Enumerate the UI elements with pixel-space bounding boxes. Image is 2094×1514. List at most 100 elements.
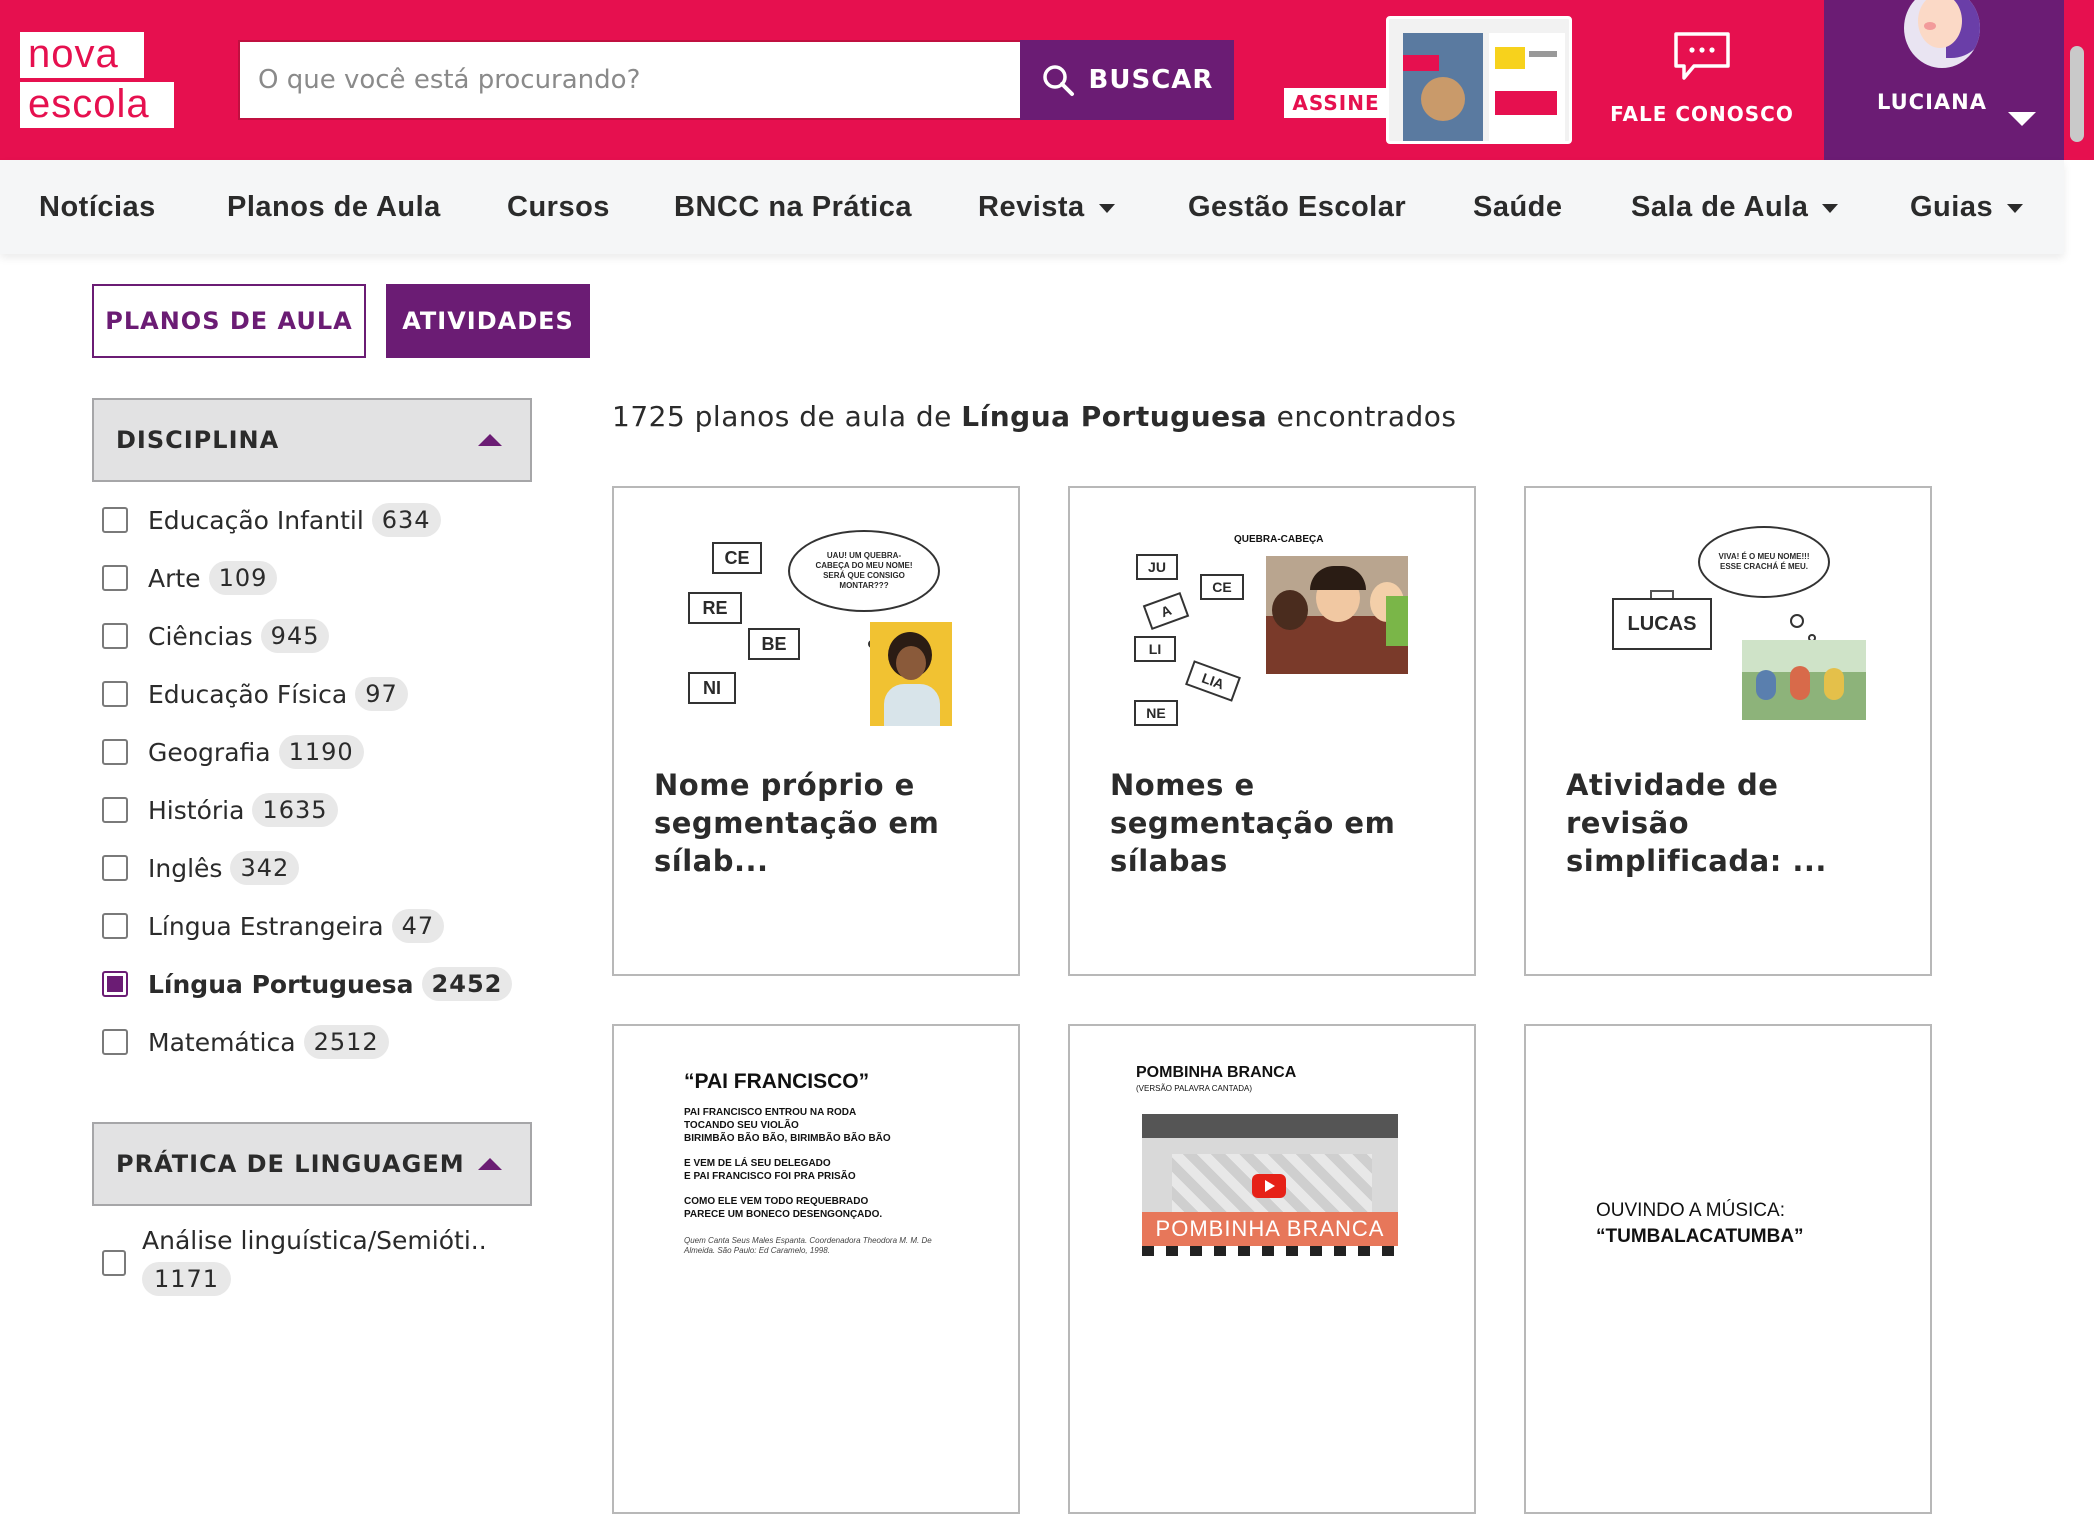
nav-item-planos-de-aula[interactable]: Planos de Aula	[227, 160, 441, 254]
checkbox[interactable]	[102, 797, 128, 823]
filter-option[interactable]: Geografia 1190	[102, 732, 364, 772]
filter-disciplina-header[interactable]: DISCIPLINA	[92, 398, 532, 482]
lesson-card[interactable]: CE RE BE NI UAU! UM QUEBRA-CABEÇA DO MEU…	[612, 486, 1020, 976]
option-count: 945	[260, 619, 330, 653]
checkbox[interactable]	[102, 623, 128, 649]
lesson-card[interactable]: LUCAS VIVA! É O MEU NOME!!! ESSE CRACHÁ …	[1524, 486, 1932, 976]
nav-label: Notícias	[39, 190, 156, 223]
filter-pratica-header[interactable]: PRÁTICA DE LINGUAGEM	[92, 1122, 532, 1206]
page-scrollbar[interactable]	[2070, 46, 2084, 142]
filter-option[interactable]: História 1635	[102, 790, 338, 830]
option-count: 1171	[142, 1262, 232, 1296]
chat-bubble-icon	[1674, 32, 1730, 80]
filter-option[interactable]: Inglês 342	[102, 848, 300, 888]
syllable-card: JU	[1136, 554, 1178, 580]
verse-line: PAI FRANCISCO ENTROU NA RODA	[684, 1107, 857, 1118]
filter-option[interactable]: Arte 109	[102, 558, 278, 598]
thumb-line-2: “TUMBALACATUMBA”	[1596, 1226, 1804, 1247]
top-header: nova escola BUSCAR ASSINE FALE CONOSCO L…	[0, 0, 2094, 160]
checkbox[interactable]	[102, 739, 128, 765]
magazine-page	[1489, 33, 1565, 141]
lesson-card[interactable]: QUEBRA-CABEÇA JU CE A LI LIA NE Nomes e …	[1068, 486, 1476, 976]
nav-item-revista[interactable]: Revista	[978, 160, 1115, 254]
checkbox[interactable]	[102, 855, 128, 881]
nav-item-noticias[interactable]: Notícias	[39, 160, 156, 254]
search-icon	[1042, 65, 1074, 96]
main-navigation: Notícias Planos de Aula Cursos BNCC na P…	[0, 160, 2064, 254]
option-count: 109	[208, 561, 278, 595]
syllable-card: CE	[712, 542, 762, 574]
search-button[interactable]: BUSCAR	[1020, 40, 1234, 120]
caret-down-icon	[1822, 203, 1839, 213]
card-thumbnail: CE RE BE NI UAU! UM QUEBRA-CABEÇA DO MEU…	[614, 488, 1018, 748]
count-prefix: 1725 planos de aula de	[612, 400, 962, 433]
checkbox[interactable]	[102, 913, 128, 939]
filter-option[interactable]: Língua Estrangeira 47	[102, 906, 445, 946]
thought-bubble: VIVA! É O MEU NOME!!! ESSE CRACHÁ É MEU.	[1698, 526, 1830, 598]
filter-option-selected[interactable]: Língua Portuguesa 2452	[102, 964, 513, 1004]
nav-label: Sala de Aula	[1631, 190, 1809, 223]
card-title: Nome próprio e segmentação em sílab...	[654, 768, 940, 878]
checkbox[interactable]	[102, 681, 128, 707]
syllable-card: RE	[688, 592, 742, 624]
contact-label: FALE CONOSCO	[1610, 102, 1794, 126]
option-count: 97	[355, 677, 408, 711]
tab-atividades[interactable]: ATIVIDADES	[386, 284, 590, 358]
nav-label: Gestão Escolar	[1188, 190, 1407, 223]
syllable-card: NE	[1134, 700, 1178, 726]
nav-item-guias[interactable]: Guias	[1910, 160, 2024, 254]
checkbox[interactable]	[102, 565, 128, 591]
checkbox[interactable]	[102, 1250, 126, 1276]
nav-label: Planos de Aula	[227, 190, 441, 223]
option-label: Língua Portuguesa	[148, 969, 414, 999]
user-name: LUCIANA	[1877, 90, 1987, 114]
checkbox[interactable]	[102, 507, 128, 533]
song-subtitle: (VERSÃO PALAVRA CANTADA)	[1136, 1084, 1253, 1093]
option-count: 2512	[303, 1025, 389, 1059]
card-title: Atividade de revisão simplificada: ...	[1566, 768, 1827, 878]
subscribe-button[interactable]: ASSINE	[1284, 88, 1388, 118]
lesson-card[interactable]: “PAI FRANCISCO” PAI FRANCISCO ENTROU NA …	[612, 1024, 1020, 1514]
option-label: Inglês	[148, 853, 223, 883]
contact-button[interactable]: FALE CONOSCO	[1604, 30, 1800, 140]
lesson-card[interactable]: OUVINDO A MÚSICA: “TUMBALACATUMBA”	[1524, 1024, 1932, 1514]
chevron-up-icon	[478, 434, 502, 446]
search-input[interactable]	[238, 40, 1022, 120]
filter-option[interactable]: Educação Infantil 634	[102, 500, 441, 540]
option-label: História	[148, 795, 245, 825]
card-thumbnail: OUVINDO A MÚSICA: “TUMBALACATUMBA”	[1526, 1026, 1930, 1286]
syllable-card: A	[1142, 591, 1190, 631]
verse-line: BIRIMBÃO BÃO BÃO, BIRIMBÃO BÃO BÃO	[684, 1133, 891, 1144]
option-count: 1190	[278, 735, 364, 769]
nova-escola-logo[interactable]: nova escola	[20, 32, 174, 128]
filter-option[interactable]: Análise linguística/Semióti.. 1171	[102, 1226, 522, 1306]
option-label: Educação Infantil	[148, 505, 364, 535]
verse-line: COMO ELE VEM TODO REQUEBRADO	[684, 1196, 869, 1207]
user-menu[interactable]: LUCIANA	[1824, 0, 2064, 160]
nav-item-bncc[interactable]: BNCC na Prática	[674, 160, 912, 254]
option-label: Língua Estrangeira	[148, 911, 384, 941]
caret-down-icon	[1098, 203, 1115, 213]
logo-line-2: escola	[20, 82, 174, 128]
verse-line: E PAI FRANCISCO FOI PRA PRISÃO	[684, 1171, 856, 1182]
tab-planos-de-aula[interactable]: PLANOS DE AULA	[92, 284, 366, 358]
syllable-card: LIA	[1185, 660, 1241, 702]
nav-item-saude[interactable]: Saúde	[1473, 160, 1563, 254]
checkbox-checked[interactable]	[102, 971, 128, 997]
nav-item-sala-de-aula[interactable]: Sala de Aula	[1631, 160, 1839, 254]
nav-item-cursos[interactable]: Cursos	[507, 160, 610, 254]
nav-label: BNCC na Prática	[674, 190, 912, 223]
logo-line-1: nova	[20, 32, 144, 78]
filter-option[interactable]: Matemática 2512	[102, 1022, 389, 1062]
card-thumbnail: QUEBRA-CABEÇA JU CE A LI LIA NE	[1070, 488, 1474, 748]
card-thumbnail: POMBINHA BRANCA (VERSÃO PALAVRA CANTADA)…	[1070, 1026, 1474, 1286]
count-subject: Língua Portuguesa	[961, 400, 1268, 433]
lesson-card[interactable]: POMBINHA BRANCA (VERSÃO PALAVRA CANTADA)…	[1068, 1024, 1476, 1514]
filter-option[interactable]: Educação Física 97	[102, 674, 408, 714]
filter-option[interactable]: Ciências 945	[102, 616, 330, 656]
nav-item-gestao-escolar[interactable]: Gestão Escolar	[1188, 160, 1406, 254]
option-label: Arte	[148, 563, 201, 593]
magazine-cover-image[interactable]	[1386, 16, 1572, 144]
video-thumbnail[interactable]: POMBINHA BRANCA	[1142, 1114, 1398, 1256]
checkbox[interactable]	[102, 1029, 128, 1055]
